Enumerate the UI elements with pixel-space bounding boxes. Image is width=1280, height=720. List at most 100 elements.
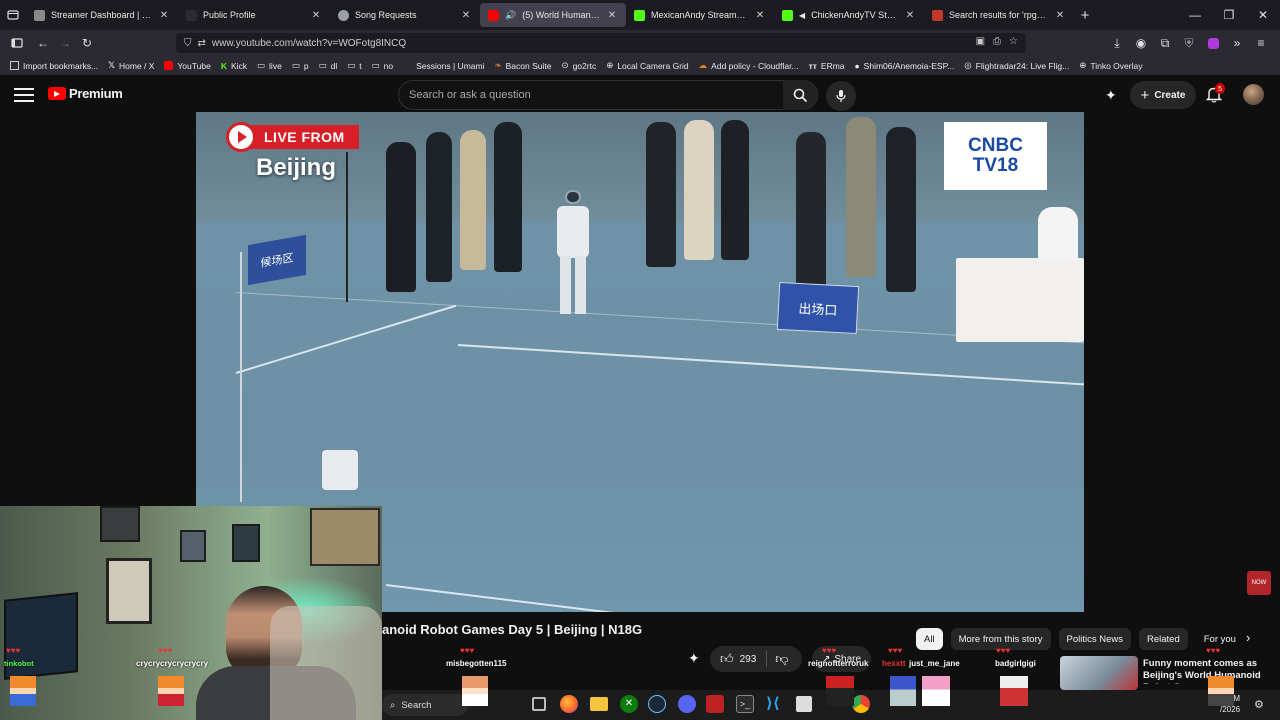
- bookmark-youtube[interactable]: YouTube: [160, 61, 214, 71]
- tab-streamer-dashboard[interactable]: Streamer Dashboard | Tinkobot ✕: [26, 0, 178, 30]
- bookmark-go2rtc[interactable]: ⊙ go2rtc: [557, 60, 600, 71]
- bookmark-tinko-overlay[interactable]: ⊕ Tinko Overlay: [1075, 60, 1146, 71]
- vscode-icon[interactable]: ⟩⟨: [766, 695, 784, 713]
- chip-politics-news[interactable]: Politics News: [1058, 628, 1131, 650]
- tab-chickenandytv[interactable]: ◀ ChickenAndyTV Stream - W ✕: [774, 0, 924, 30]
- kick-favicon-icon: [782, 9, 793, 21]
- app-window-icon[interactable]: [796, 696, 812, 712]
- address-bar[interactable]: ⛉ ⇄ www.youtube.com/watch?v=WOFotg8INCQ …: [176, 33, 1026, 53]
- bookmark-github[interactable]: ● Shim06/Anemoia-ESP...: [851, 61, 959, 71]
- chip-related[interactable]: Related: [1139, 628, 1188, 650]
- search-icon: [793, 88, 807, 102]
- xbox-icon[interactable]: ✕: [620, 695, 638, 713]
- purple-extension-icon[interactable]: [1202, 32, 1224, 54]
- overflow-chevron-icon[interactable]: »: [1226, 32, 1248, 54]
- bookmark-kick[interactable]: K Kick: [217, 61, 251, 71]
- chip-all[interactable]: All: [916, 628, 943, 650]
- tab-close-icon[interactable]: ✕: [754, 10, 766, 21]
- ask-sparkle-icon[interactable]: ✦: [688, 650, 700, 667]
- bookmark-folder-no[interactable]: ▭ no: [368, 60, 398, 71]
- sidebar-toggle-icon[interactable]: [6, 32, 28, 54]
- tab-world-humanoid-robot[interactable]: 🔊 (5) World Humanoid Robot ✕: [480, 3, 626, 27]
- close-window-icon[interactable]: ✕: [1246, 4, 1280, 26]
- discord-icon[interactable]: [678, 695, 696, 713]
- tab-song-requests[interactable]: Song Requests ✕: [330, 0, 480, 30]
- bookmark-bacon[interactable]: ❧ Bacon Suite: [490, 60, 555, 71]
- screenshot-icon[interactable]: ⎙: [993, 36, 1001, 47]
- voice-search-button[interactable]: [826, 81, 856, 111]
- steam-icon[interactable]: [648, 695, 666, 713]
- speaker-icon[interactable]: ◀: [799, 11, 805, 20]
- thumbs-down-icon[interactable]: 👎︎: [775, 651, 788, 667]
- speaker-icon[interactable]: 🔊: [505, 10, 516, 21]
- bookmarks-bar: Import bookmarks... 𝕏 Home / X YouTube KK…: [0, 56, 1280, 76]
- overlay-name-badgirlgigi: badgirlgigi: [995, 659, 1036, 668]
- url-text[interactable]: www.youtube.com/watch?v=WOFotg8INCQ: [212, 38, 406, 49]
- app-red-icon[interactable]: [706, 695, 724, 713]
- pixel-sprite-character: [922, 676, 950, 706]
- terminal-icon[interactable]: >_: [736, 695, 754, 713]
- taskbar-search[interactable]: ⌕ Search: [382, 694, 468, 716]
- bookmark-erma[interactable]: ᴛᴛ ERma: [805, 61, 849, 71]
- new-tab-button[interactable]: +: [1074, 4, 1096, 26]
- bookmark-folder-dl[interactable]: ▭ dl: [315, 60, 342, 71]
- gemini-sparkle-icon[interactable]: ✦: [1105, 87, 1117, 104]
- task-view-icon[interactable]: [532, 697, 546, 711]
- back-icon[interactable]: ←: [32, 32, 54, 54]
- tab-mexicanandy[interactable]: MexicanAndy Stream - Watch L ✕: [626, 0, 774, 30]
- account-icon[interactable]: ◉: [1130, 32, 1152, 54]
- picture-in-picture-icon[interactable]: ▣: [976, 36, 985, 47]
- reload-icon[interactable]: ↻: [76, 32, 98, 54]
- notifications-button[interactable]: 5: [1205, 83, 1226, 106]
- browser-tab-bar: Streamer Dashboard | Tinkobot ✕ Public P…: [0, 0, 1280, 30]
- extensions-icon[interactable]: ⧉: [1154, 32, 1176, 54]
- search-button[interactable]: [783, 80, 817, 110]
- hamburger-menu-icon[interactable]: [14, 86, 34, 102]
- shield-extension-icon[interactable]: ⛨: [1178, 32, 1200, 54]
- bookmark-star-icon[interactable]: ☆: [1009, 36, 1018, 47]
- youtube-logo[interactable]: Premium: [48, 86, 123, 101]
- chrome-icon[interactable]: [852, 695, 870, 713]
- tab-close-icon[interactable]: ✕: [460, 10, 472, 21]
- search-input[interactable]: Search or ask a question: [409, 89, 531, 101]
- permissions-icon[interactable]: ⇄: [198, 38, 206, 49]
- tab-close-icon[interactable]: ✕: [1054, 10, 1066, 21]
- tab-rpg-maker-search[interactable]: Search results for 'rpg maker' - ✕: [924, 0, 1074, 30]
- restore-icon[interactable]: ❐: [1212, 4, 1246, 26]
- chips-next-chevron-icon[interactable]: ›: [1246, 630, 1250, 645]
- tab-close-icon[interactable]: ✕: [158, 10, 170, 21]
- minimize-icon[interactable]: —: [1178, 4, 1212, 26]
- now-overlay-icon[interactable]: NOW: [1247, 571, 1271, 595]
- bookmark-umami[interactable]: Sessions | Umami: [399, 61, 488, 71]
- bookmark-camera-grid[interactable]: ⊕ Local Camera Grid: [602, 60, 692, 71]
- tab-close-icon[interactable]: ✕: [310, 10, 322, 21]
- like-button[interactable]: 👍︎ 293: [710, 651, 756, 667]
- bookmark-import[interactable]: Import bookmarks...: [6, 61, 102, 71]
- youtube-search-box[interactable]: Search or ask a question: [398, 80, 818, 110]
- bookmark-x[interactable]: 𝕏 Home / X: [104, 60, 158, 71]
- bookmark-folder-p[interactable]: ▭ p: [288, 60, 313, 71]
- forward-icon[interactable]: →: [54, 32, 76, 54]
- file-explorer-icon[interactable]: [590, 697, 608, 711]
- like-count: 293: [739, 653, 757, 665]
- notification-center-icon[interactable]: ⚙: [1254, 698, 1264, 711]
- shield-icon[interactable]: ⛉: [184, 38, 192, 49]
- menu-icon[interactable]: ≡: [1250, 32, 1272, 54]
- pixel-sprite-character: [10, 676, 36, 706]
- kick-favicon-icon: [634, 9, 645, 21]
- bookmark-folder-t[interactable]: ▭ t: [343, 60, 365, 71]
- bookmark-flightradar[interactable]: ◎ Flightradar24: Live Flig...: [960, 60, 1073, 71]
- tab-close-icon[interactable]: ✕: [904, 10, 916, 21]
- create-button[interactable]: + Create: [1130, 81, 1196, 109]
- tab-public-profile[interactable]: Public Profile ✕: [178, 0, 330, 30]
- related-video-thumbnail[interactable]: [1060, 656, 1138, 690]
- exit-sign: 出场口: [776, 281, 860, 335]
- bookmark-cloudflare[interactable]: ☁ Add policy - Cloudflar...: [695, 60, 803, 71]
- tab-overview-icon[interactable]: [0, 4, 26, 26]
- downloads-icon[interactable]: ⤓: [1106, 32, 1128, 54]
- avatar[interactable]: [1243, 84, 1264, 105]
- wall-frame: [232, 524, 260, 562]
- bookmark-folder-live[interactable]: ▭ live: [253, 60, 286, 71]
- firefox-icon[interactable]: [560, 695, 578, 713]
- tab-close-icon[interactable]: ✕: [606, 10, 618, 21]
